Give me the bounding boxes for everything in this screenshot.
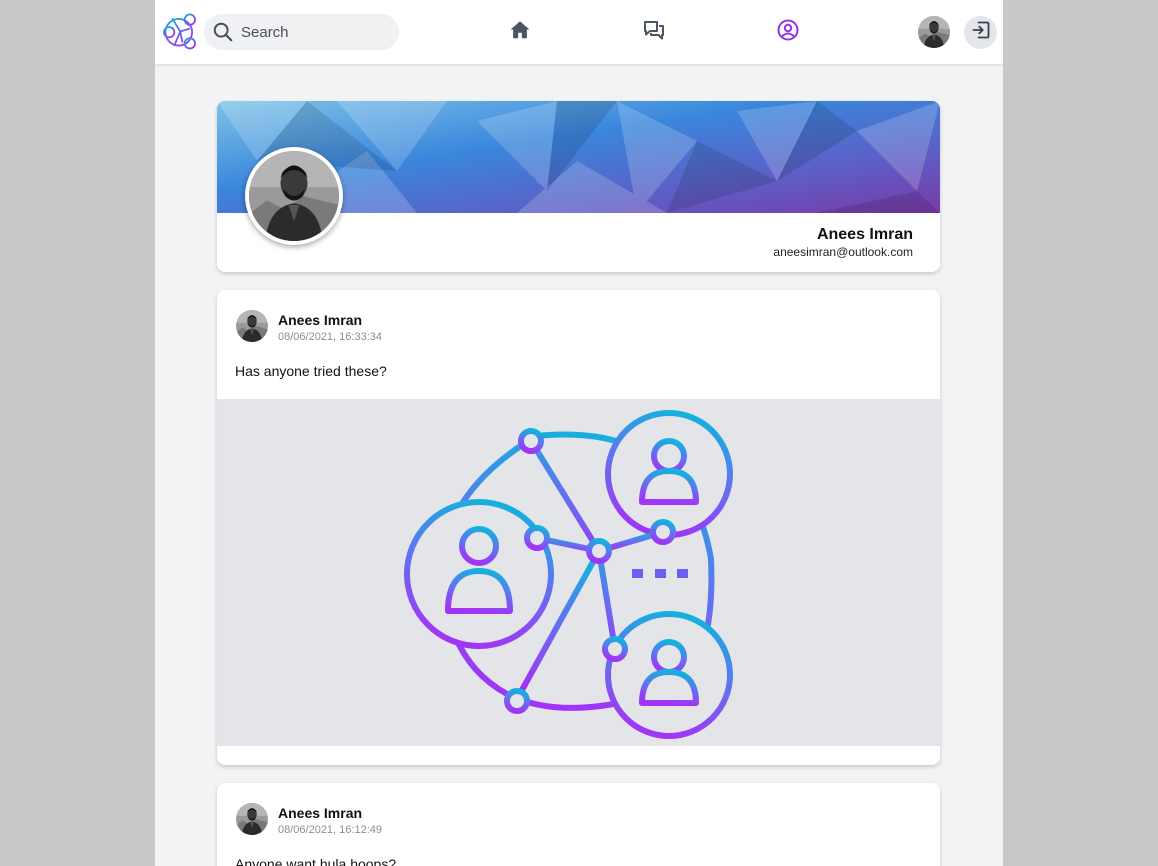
post-card: Anees Imran 08/06/2021, 16:12:49 Anyone … bbox=[217, 783, 940, 866]
profile-email: aneesimran@outlook.com bbox=[773, 245, 913, 259]
profile-card: Anees Imran aneesimran@outlook.com bbox=[217, 101, 940, 272]
profile-icon bbox=[776, 18, 800, 47]
nav-chat-button[interactable] bbox=[639, 17, 669, 47]
search-bar[interactable] bbox=[204, 14, 399, 50]
search-input[interactable] bbox=[241, 23, 391, 41]
post-text: Has anyone tried these? bbox=[235, 363, 387, 379]
logout-button[interactable] bbox=[964, 16, 997, 49]
profile-avatar[interactable] bbox=[245, 147, 343, 245]
social-network-illustration bbox=[404, 410, 733, 739]
top-navbar bbox=[155, 0, 1003, 64]
profile-photo bbox=[249, 151, 339, 241]
profile-name: Anees Imran bbox=[816, 226, 913, 243]
avatar-photo bbox=[236, 310, 268, 342]
post-timestamp: 08/06/2021, 16:33:34 bbox=[278, 331, 382, 343]
nav-home-button[interactable] bbox=[505, 17, 535, 47]
post-timestamp: 08/06/2021, 16:12:49 bbox=[278, 824, 382, 836]
post-author-avatar[interactable] bbox=[236, 803, 268, 835]
app-logo[interactable] bbox=[161, 13, 198, 50]
network-users-logo-icon bbox=[163, 13, 196, 50]
post-author-avatar[interactable] bbox=[236, 310, 268, 342]
avatar-photo bbox=[236, 803, 268, 835]
user-avatar[interactable] bbox=[918, 16, 950, 48]
nav-profile-button[interactable] bbox=[773, 17, 803, 47]
post-author-name[interactable]: Anees Imran bbox=[278, 805, 362, 821]
post-image[interactable] bbox=[217, 399, 940, 746]
post-card: Anees Imran 08/06/2021, 16:33:34 Has any… bbox=[217, 290, 940, 765]
avatar-photo bbox=[918, 16, 950, 48]
search-icon bbox=[212, 21, 234, 43]
home-icon bbox=[509, 19, 531, 46]
logout-icon bbox=[971, 20, 991, 45]
post-text: Anyone want hula hoops? bbox=[235, 856, 397, 866]
post-author-name[interactable]: Anees Imran bbox=[278, 312, 362, 328]
app-window: Anees Imran aneesimran@outlook.com Anees… bbox=[155, 0, 1003, 866]
chat-icon bbox=[642, 18, 666, 47]
